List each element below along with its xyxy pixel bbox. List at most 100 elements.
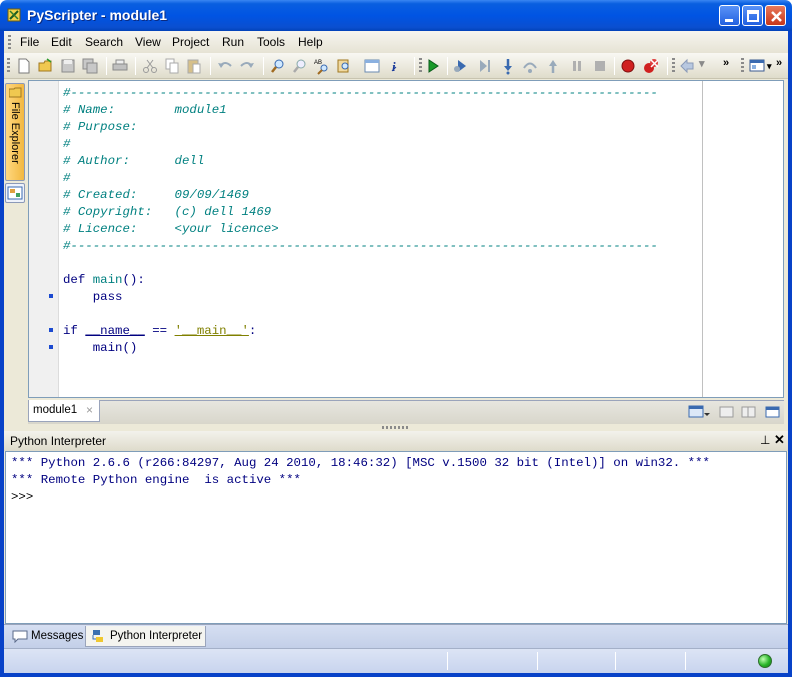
layout-button[interactable] — [748, 57, 766, 75]
main-function-name: main — [92, 273, 123, 287]
menu-file[interactable]: File — [20, 35, 39, 49]
pause-button[interactable] — [568, 57, 586, 75]
replace-button[interactable]: AB — [313, 57, 331, 75]
open-file-button[interactable] — [37, 57, 55, 75]
menu-tools[interactable]: Tools — [257, 35, 285, 49]
maximize-button[interactable] — [742, 5, 763, 26]
code-line-6: # — [63, 171, 71, 185]
menu-help[interactable]: Help — [298, 35, 323, 49]
interpreter-engine-line: *** Remote Python engine is active *** — [11, 473, 301, 487]
editor-gutter[interactable] — [29, 81, 59, 397]
find-next-button[interactable] — [291, 57, 309, 75]
editor-window-button[interactable] — [764, 404, 782, 420]
toolbar-grip[interactable] — [7, 58, 10, 74]
redo-button[interactable] — [238, 57, 256, 75]
editor-tab-close-button[interactable]: × — [86, 403, 93, 417]
back-dropdown-arrow[interactable]: ▾ — [699, 57, 705, 70]
menu-project[interactable]: Project — [172, 35, 209, 49]
code-marker-dot — [49, 345, 53, 349]
step-into-button[interactable] — [499, 57, 517, 75]
toggle-breakpoint-button[interactable] — [619, 57, 637, 75]
def-params: (): — [122, 273, 145, 287]
splitter-grip[interactable] — [382, 426, 410, 429]
run-button[interactable] — [424, 57, 442, 75]
step-over-icon — [523, 62, 537, 73]
toolbar-grip[interactable] — [741, 58, 744, 74]
split-editor-icon — [741, 406, 756, 418]
clear-breakpoints-button[interactable] — [642, 57, 660, 75]
if-colon: : — [248, 324, 257, 338]
pin-panel-button[interactable]: ⊥ — [760, 433, 770, 447]
save-button[interactable] — [59, 57, 77, 75]
layout-icon — [749, 59, 765, 72]
layout-dropdown-arrow[interactable]: ▾ — [767, 61, 772, 72]
toolbar-grip[interactable] — [419, 58, 422, 74]
find-button[interactable] — [269, 57, 287, 75]
paste-icon — [187, 59, 201, 74]
syntax-check-button[interactable] — [363, 57, 381, 75]
step-over-button[interactable] — [521, 57, 539, 75]
undo-button[interactable] — [216, 57, 234, 75]
tab-messages[interactable]: Messages — [8, 626, 86, 647]
interpreter-panel-title: Python Interpreter — [10, 434, 107, 448]
title-bar[interactable]: PyScripter - module1 — [0, 0, 792, 31]
close-panel-button[interactable]: ✕ — [774, 432, 785, 448]
debug-info-button[interactable]: i — [389, 57, 407, 75]
step-out-button[interactable] — [544, 57, 562, 75]
back-icon — [680, 58, 694, 74]
tab-list-button[interactable] — [688, 404, 710, 420]
cut-button[interactable] — [141, 57, 159, 75]
code-line-9: # Licence: <your licence> — [63, 222, 279, 236]
panel-splitter[interactable] — [4, 424, 788, 431]
menu-grip[interactable] — [8, 35, 11, 49]
file-explorer-label: File Explorer — [9, 102, 21, 164]
toolbar-overflow-button[interactable]: » — [723, 57, 729, 69]
replace-icon: AB — [314, 60, 328, 75]
menu-run[interactable]: Run — [222, 35, 244, 49]
paste-button[interactable] — [185, 57, 203, 75]
dock-tab-2[interactable] — [5, 183, 25, 203]
right-margin-line — [702, 81, 703, 397]
toolbar-overflow-button-2[interactable]: » — [776, 57, 782, 69]
file-explorer-tab[interactable]: File Explorer — [5, 83, 25, 181]
toolbar-separator — [106, 57, 107, 75]
close-icon — [771, 11, 782, 22]
new-tab-button[interactable] — [718, 404, 736, 420]
new-file-button[interactable] — [15, 57, 33, 75]
editor-tab-module1[interactable]: module1 × — [28, 400, 100, 422]
abort-button[interactable] — [591, 57, 609, 75]
close-button[interactable] — [765, 5, 786, 26]
back-button[interactable] — [678, 57, 696, 75]
code-line-15: if __name__ == '__main__': — [63, 323, 256, 340]
run-to-cursor-button[interactable] — [476, 57, 494, 75]
menu-view[interactable]: View — [135, 35, 161, 49]
code-line-2: # Name: module1 — [63, 103, 227, 117]
code-line-10: #---------------------------------------… — [63, 239, 658, 253]
split-editor-button[interactable] — [740, 404, 758, 420]
toolbar-grip[interactable] — [672, 58, 675, 74]
engine-status-led-icon — [758, 654, 772, 668]
editor-tab-bar: module1 × — [28, 400, 784, 424]
status-separator — [447, 652, 448, 670]
find-in-files-button[interactable] — [335, 57, 353, 75]
debug-info-icon: i — [391, 59, 397, 74]
menu-search[interactable]: Search — [85, 35, 123, 49]
minimize-button[interactable] — [719, 5, 740, 26]
debug-button[interactable] — [452, 57, 470, 75]
code-editor[interactable]: #---------------------------------------… — [28, 80, 784, 398]
toolbar-separator — [263, 57, 264, 75]
code-line-8: # Copyright: (c) dell 1469 — [63, 205, 272, 219]
bottom-tab-bar: Messages Python Interpreter — [4, 624, 788, 648]
save-all-button[interactable] — [81, 57, 99, 75]
minimize-icon — [725, 19, 733, 22]
toolbar-separator — [667, 57, 668, 75]
print-button[interactable] — [111, 57, 129, 75]
interpreter-prompt[interactable]: >>> — [11, 490, 33, 504]
copy-button[interactable] — [163, 57, 181, 75]
toolbar-separator — [414, 57, 415, 75]
main-string: '__main__' — [174, 324, 249, 338]
tab-python-interpreter[interactable]: Python Interpreter — [85, 626, 206, 647]
interpreter-banner-line: *** Python 2.6.6 (r266:84297, Aug 24 201… — [11, 456, 710, 470]
python-interpreter-console[interactable]: *** Python 2.6.6 (r266:84297, Aug 24 201… — [5, 451, 787, 624]
menu-edit[interactable]: Edit — [51, 35, 72, 49]
